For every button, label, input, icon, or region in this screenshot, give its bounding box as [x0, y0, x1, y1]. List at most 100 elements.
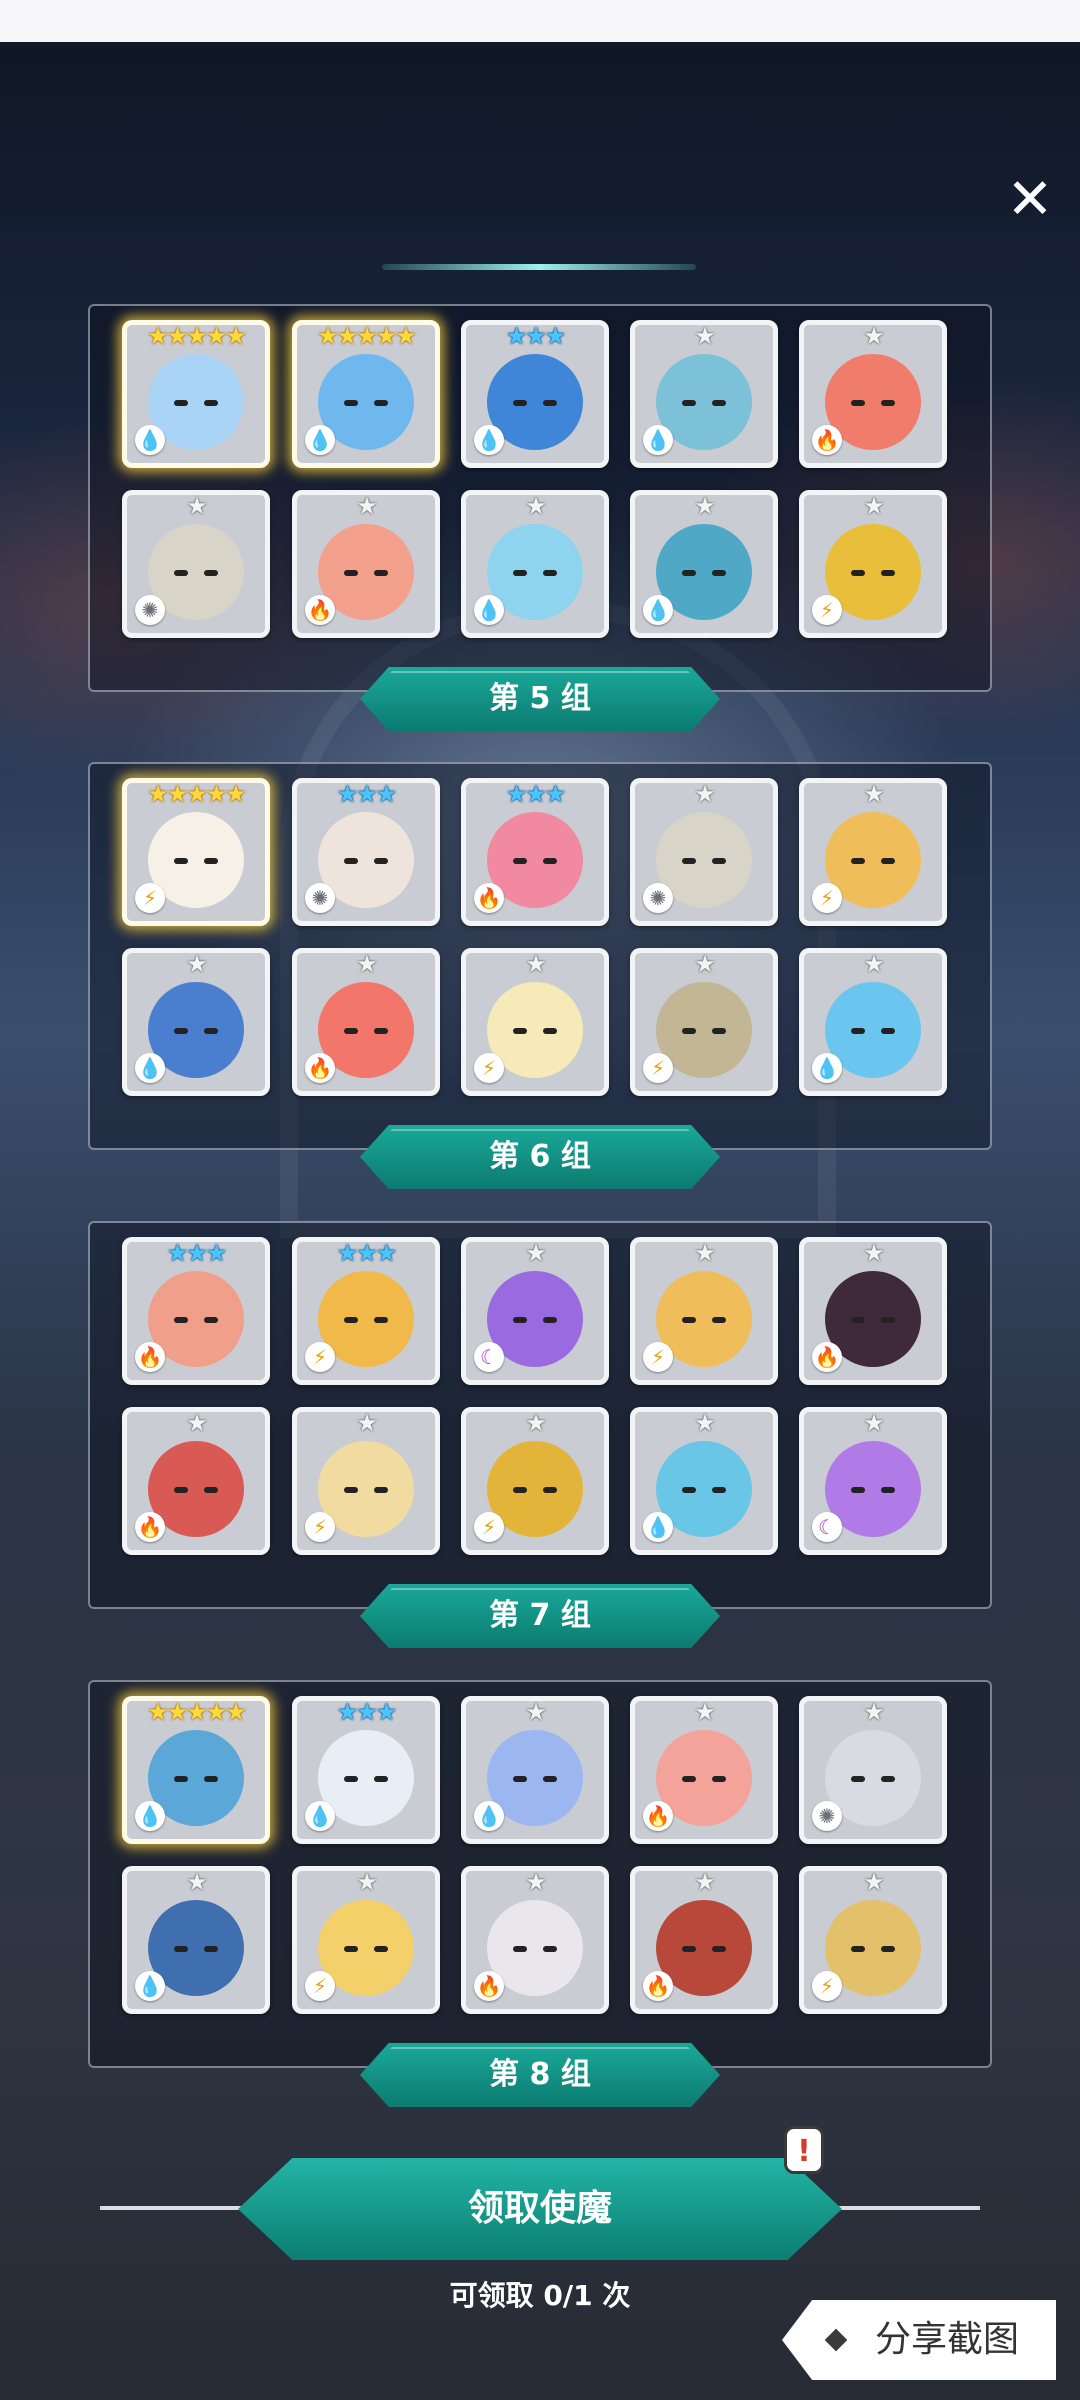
familiar-card[interactable]: ★ ⚡ — [292, 1866, 440, 2014]
familiar-card[interactable]: ★ 🔥 — [122, 1407, 270, 1555]
familiar-card[interactable]: ★ 💧 — [630, 320, 778, 468]
portrait-eye — [682, 1946, 696, 1953]
familiar-card[interactable]: ★ ✺ — [799, 1696, 947, 1844]
familiar-card[interactable]: ★ 💧 — [630, 1407, 778, 1555]
familiar-card[interactable]: ★ 💧 — [122, 948, 270, 1096]
familiar-card[interactable]: ★ ⚡ — [799, 490, 947, 638]
water-element-icon: 💧 — [474, 595, 504, 625]
familiar-card[interactable]: ★ 💧 — [122, 1866, 270, 2014]
portrait-eye — [204, 1317, 218, 1324]
dark-element-icon: ☾ — [812, 1512, 842, 1542]
star-rating: ★ — [863, 950, 885, 978]
familiar-card[interactable]: ★★★★★ ⚡ — [122, 778, 270, 926]
portrait-eye — [682, 400, 696, 407]
star-rating: ★ — [186, 1868, 208, 1896]
portrait-eye — [344, 400, 358, 407]
familiar-card[interactable]: ★★★★★ 💧 — [122, 1696, 270, 1844]
portrait-eye — [712, 1776, 726, 1783]
familiar-card[interactable]: ★ ☾ — [461, 1237, 609, 1385]
portrait-eye — [174, 1317, 188, 1324]
familiar-card[interactable]: ★ ⚡ — [461, 948, 609, 1096]
familiar-card[interactable]: ★ 🔥 — [630, 1866, 778, 2014]
portrait-eye — [374, 1317, 388, 1324]
familiar-card[interactable]: ★ ⚡ — [799, 778, 947, 926]
familiar-card[interactable]: ★ ⚡ — [461, 1407, 609, 1555]
familiar-card[interactable]: ★★★ ✺ — [292, 778, 440, 926]
thunder-element-icon: ⚡ — [305, 1971, 335, 2001]
star-rating: ★ — [694, 1239, 716, 1267]
water-element-icon: 💧 — [135, 1801, 165, 1831]
star-rating: ★ — [525, 950, 547, 978]
familiar-card[interactable]: ★★★ 💧 — [461, 320, 609, 468]
dark-element-icon: ☾ — [474, 1342, 504, 1372]
light-element-icon: ✺ — [135, 595, 165, 625]
familiar-card[interactable]: ★ ⚡ — [799, 1866, 947, 2014]
fire-element-icon: 🔥 — [474, 883, 504, 913]
share-label: 分享截图 — [874, 2319, 1019, 2360]
portrait-eye — [344, 1776, 358, 1783]
star-rating: ★★★ — [336, 1698, 398, 1726]
familiar-card[interactable]: ★★★★★ 💧 — [122, 320, 270, 468]
portrait-eye — [513, 858, 527, 865]
familiar-card[interactable]: ★★★★★ 💧 — [292, 320, 440, 468]
portrait-eye — [204, 1776, 218, 1783]
familiar-card[interactable]: ★ ✺ — [630, 778, 778, 926]
familiar-card[interactable]: ★ 🔥 — [292, 490, 440, 638]
familiar-card[interactable]: ★ 💧 — [630, 490, 778, 638]
portrait-eye — [344, 1317, 358, 1324]
familiar-card[interactable]: ★ ⚡ — [292, 1407, 440, 1555]
familiar-card[interactable]: ★ 💧 — [461, 1696, 609, 1844]
familiar-card[interactable]: ★ 🔥 — [630, 1696, 778, 1844]
portrait-eye — [513, 1487, 527, 1494]
familiar-card[interactable]: ★★★ 🔥 — [122, 1237, 270, 1385]
portrait-eye — [374, 1946, 388, 1953]
star-rating: ★ — [525, 1239, 547, 1267]
familiar-card[interactable]: ★ ⚡ — [630, 1237, 778, 1385]
portrait-eye — [204, 858, 218, 865]
portrait-eye — [712, 1028, 726, 1035]
portrait-eye — [851, 400, 865, 407]
portrait-eye — [513, 400, 527, 407]
portrait-eye — [682, 570, 696, 577]
familiar-card[interactable]: ★ 🔥 — [799, 1237, 947, 1385]
portrait-eye — [881, 1028, 895, 1035]
star-rating: ★ — [186, 950, 208, 978]
portrait-eye — [374, 400, 388, 407]
star-rating: ★ — [694, 950, 716, 978]
portrait-eye — [682, 1776, 696, 1783]
familiar-card[interactable]: ★★★ ⚡ — [292, 1237, 440, 1385]
familiar-card[interactable]: ★ 💧 — [799, 948, 947, 1096]
portrait-eye — [344, 1946, 358, 1953]
star-rating: ★ — [525, 1698, 547, 1726]
familiar-card[interactable]: ★ 🔥 — [292, 948, 440, 1096]
portrait-eye — [712, 570, 726, 577]
fire-element-icon: 🔥 — [812, 1342, 842, 1372]
portrait-eye — [174, 1487, 188, 1494]
familiar-card[interactable]: ★★★ 🔥 — [461, 778, 609, 926]
familiar-card[interactable]: ★ ✺ — [122, 490, 270, 638]
close-button[interactable]: ✕ — [1000, 170, 1060, 230]
portrait-eye — [204, 1946, 218, 1953]
portrait-eye — [204, 1028, 218, 1035]
portrait-eye — [851, 1946, 865, 1953]
star-rating: ★★★★★ — [147, 780, 247, 808]
star-rating: ★ — [863, 1239, 885, 1267]
water-element-icon: 💧 — [135, 425, 165, 455]
thunder-element-icon: ⚡ — [643, 1053, 673, 1083]
portrait-eye — [174, 400, 188, 407]
familiar-card[interactable]: ★ 🔥 — [799, 320, 947, 468]
group-panel-7: ★★★ 🔥 ★★★ ⚡ ★ ☾ ★ ⚡ ★ 🔥 ★ 🔥 ★ ⚡ ★ ⚡ ★ 💧 ★ ☾ — [88, 1221, 992, 1609]
top-divider — [382, 264, 696, 270]
familiar-card[interactable]: ★ 🔥 — [461, 1866, 609, 2014]
star-rating: ★★★ — [505, 780, 567, 808]
familiar-card[interactable]: ★★★ 💧 — [292, 1696, 440, 1844]
share-screenshot-button[interactable]: 分享截图 — [782, 2300, 1056, 2380]
portrait-eye — [543, 570, 557, 577]
star-rating: ★★★★★ — [147, 322, 247, 350]
familiar-card[interactable]: ★ ⚡ — [630, 948, 778, 1096]
portrait-eye — [851, 1028, 865, 1035]
familiar-card[interactable]: ★ ☾ — [799, 1407, 947, 1555]
star-rating: ★ — [356, 1409, 378, 1437]
familiar-card[interactable]: ★ 💧 — [461, 490, 609, 638]
claim-familiar-button[interactable]: 领取使魔 — [238, 2158, 842, 2260]
